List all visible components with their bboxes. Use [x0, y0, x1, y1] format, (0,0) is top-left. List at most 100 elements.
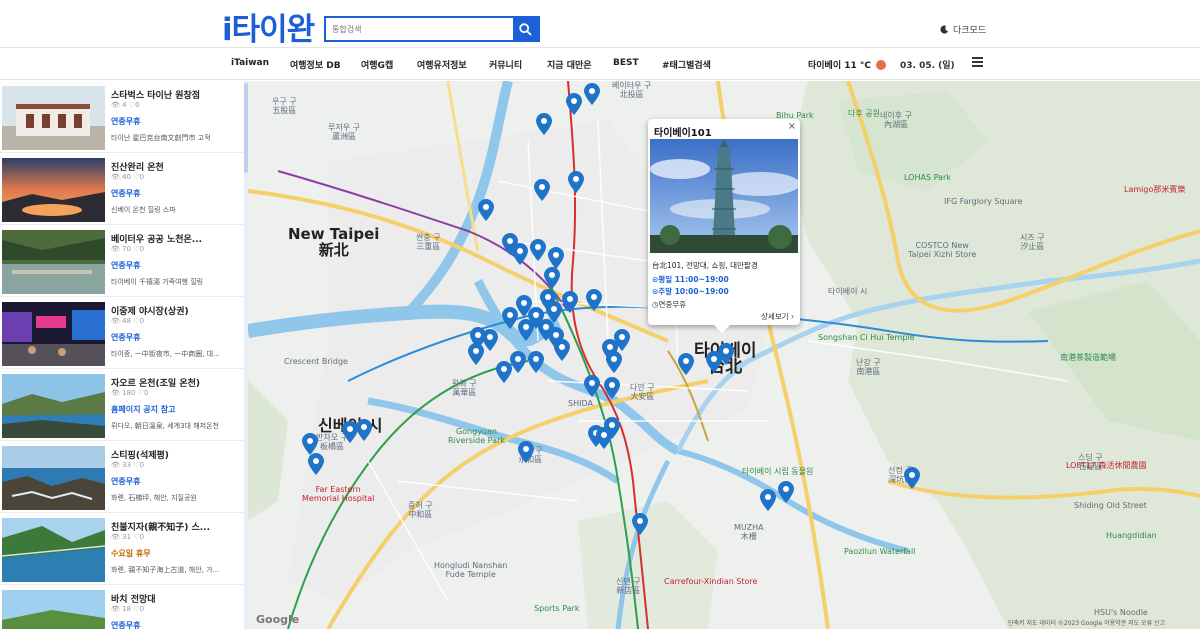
map-pin-icon[interactable] [482, 329, 498, 351]
dark-mode-toggle[interactable]: 다크모드 [940, 23, 986, 36]
list-item[interactable]: 이중제 야시장(상권) 👁 48 ♡0 연중무휴 타이중, 一中街夜市, 一中商… [0, 297, 244, 369]
map-poi-far-eastern[interactable]: Far Eastern Memorial Hospital [302, 485, 374, 503]
map-pin-icon[interactable] [584, 375, 600, 397]
popup-tags: 台北101, 전망대, 쇼핑, 대만팔경 [652, 261, 758, 270]
site-logo[interactable]: i타이완 [222, 4, 315, 49]
map-poi-songshan[interactable]: Songshan Ci Hui Temple [818, 333, 915, 342]
map-poi-crescent[interactable]: Crescent Bridge [284, 357, 348, 366]
search-button[interactable] [513, 18, 538, 40]
map-pin-icon[interactable] [562, 291, 578, 313]
map-poi-dahu[interactable]: 다후 공원 [848, 109, 880, 118]
map-label-xizhi: 시즈 구 汐止區 [1020, 233, 1045, 251]
map-pin-icon[interactable] [568, 171, 584, 193]
map-pin-icon[interactable] [718, 343, 734, 365]
map-pin-icon[interactable] [512, 243, 528, 265]
nav-user-info[interactable]: 여행유저정보 [417, 58, 467, 71]
place-stats: 👁 4 ♡0 [111, 101, 140, 109]
map-poi-huangdidian[interactable]: Huangdidian [1106, 531, 1157, 540]
map-poi-costco[interactable]: COSTCO New Taipei Xizhi Store [908, 241, 976, 259]
list-item[interactable]: 자오르 온천(조일 온천) 👁 180 ♡0 홈페이지 공지 참고 뤼다오, 朝… [0, 369, 244, 441]
popup-detail-link[interactable]: 상세보기 › [761, 311, 794, 322]
map-poi-lamigo[interactable]: Lamigo那米賓樂 [1124, 185, 1185, 194]
google-logo[interactable]: Google [256, 613, 299, 626]
map-poi-hongludi[interactable]: Hongludi Nanshan Fude Temple [434, 561, 507, 579]
map-poi-paozilun[interactable]: Paozilun Waterfall [844, 547, 915, 556]
map-label-wanhua: 완화 구 萬華區 [452, 379, 477, 397]
nav-tag-search[interactable]: #태그별검색 [662, 58, 711, 71]
list-item[interactable]: 진산완리 온천 👁 40 ♡0 연중무휴 신베이 온천 힐링 스파 [0, 153, 244, 225]
map-pin-icon[interactable] [510, 351, 526, 373]
map-label-sanchong: 싼충 구 三重區 [416, 233, 441, 251]
view-count: 31 [122, 533, 132, 541]
map-pin-icon[interactable] [904, 467, 920, 489]
map-view[interactable]: New Taipei新北 타이베이台北 신베이 시 베이터우 구北投區 싼충 구… [248, 81, 1200, 629]
opening-tag: 연중무휴 [111, 621, 141, 629]
list-item[interactable]: 친불지자(親不知子) 스... 👁 31 ♡0 수요일 휴무 화롄, 親不知子海… [0, 513, 244, 585]
map-attribution[interactable]: 단축키 지도 데이터 ©2023 Google 이용약관 지도 오류 신고 [1008, 618, 1165, 627]
map-pin-icon[interactable] [518, 441, 534, 463]
map-pin-icon[interactable] [544, 267, 560, 289]
opening-tag: 연중무휴 [111, 477, 141, 486]
map-poi-sports-park[interactable]: Sports Park [534, 604, 579, 613]
popup-closed-days: ◷연중무휴 [652, 299, 686, 310]
map-poi-gongyuan[interactable]: Gongyuan Riverside Park [448, 427, 505, 445]
place-stats: 👁 31 ♡0 [111, 533, 145, 541]
map-poi-hsu-noodle[interactable]: HSU's Noodle [1094, 608, 1148, 617]
place-title: 이중제 야시장(상권) [111, 307, 189, 317]
map-poi-farglory[interactable]: IFG Farglory Square [944, 197, 1023, 206]
map-pin-icon[interactable] [502, 307, 518, 329]
map-pin-icon[interactable] [604, 377, 620, 399]
map-pin-icon[interactable] [606, 351, 622, 373]
map-poi-zoo[interactable]: 타이베이 시립 동물원 [742, 467, 813, 476]
map-poi-nangang-park[interactable]: 南港茶製造範場 [1060, 353, 1116, 362]
place-popup[interactable]: 타이베이101 × 台北101, 전망대, 쇼핑, 대만팔경 ⊙평일 11:00… [648, 119, 800, 333]
map-pin-icon[interactable] [584, 83, 600, 105]
map-pin-icon[interactable] [566, 93, 582, 115]
map-pin-icon[interactable] [518, 319, 534, 341]
hamburger-menu-icon[interactable] [972, 57, 983, 68]
map-pin-icon[interactable] [308, 453, 324, 475]
list-item[interactable]: 바치 전망대 👁 18 ♡0 연중무휴 [0, 585, 244, 629]
map-pin-icon[interactable] [778, 481, 794, 503]
nav-travel-gcap[interactable]: 여행G캡 [361, 58, 393, 71]
map-pin-icon[interactable] [356, 419, 372, 441]
map-poi-shiding-old[interactable]: Shiding Old Street [1074, 501, 1147, 510]
list-item[interactable]: 베이터우 공공 노천온... 👁 70 ♡0 연중무휴 타이베이 千禧湯 가족여… [0, 225, 244, 297]
map-pin-icon[interactable] [528, 351, 544, 373]
map-poi-carrefour[interactable]: Carrefour-Xindian Store [664, 577, 757, 586]
map-pin-icon[interactable] [604, 417, 620, 439]
map-pin-icon[interactable] [534, 179, 550, 201]
place-desc: 타이난 星巴克台南文創門市 고적 [111, 134, 211, 142]
map-pin-icon[interactable] [478, 199, 494, 221]
nav-taiwan-now[interactable]: 지금 대만은 [547, 58, 592, 71]
map-pin-icon[interactable] [632, 513, 648, 535]
nav-travel-db[interactable]: 여행정보 DB [290, 58, 341, 71]
logo-prefix: i [222, 12, 233, 48]
map-pin-icon[interactable] [536, 113, 552, 135]
opening-tag: 연중무휴 [111, 261, 141, 270]
map-label-muzha: MUZHA 木柵 [734, 523, 764, 541]
map-pin-icon[interactable] [468, 343, 484, 365]
nav-community[interactable]: 커뮤니티 [489, 58, 522, 71]
map-pin-icon[interactable] [548, 247, 564, 269]
weather-widget: 타이베이 11 °C [808, 58, 887, 71]
map-pin-icon[interactable] [302, 433, 318, 455]
search-input[interactable] [326, 18, 513, 40]
list-item[interactable]: 스타벅스 타이난 원창점 👁 4 ♡0 연중무휴 타이난 星巴克台南文創門市 고… [0, 81, 244, 153]
map-poi-loft[interactable]: LOFT17 森活休閒農園 [1066, 461, 1147, 470]
map-label-nangang: 난강 구 南港區 [856, 358, 881, 376]
map-pin-icon[interactable] [760, 489, 776, 511]
nav-best[interactable]: BEST [613, 58, 639, 68]
map-pin-icon[interactable] [678, 353, 694, 375]
nav-itaiwan[interactable]: iTaiwan [231, 58, 269, 68]
map-pin-icon[interactable] [530, 239, 546, 261]
like-count: 0 [139, 173, 145, 181]
list-item[interactable]: 스티핑(석제평) 👁 33 ♡0 연중무휴 화롄, 石梯坪, 해안, 지질공원 [0, 441, 244, 513]
popup-close-button[interactable]: × [788, 121, 796, 132]
opening-tag: 연중무휴 [111, 189, 141, 198]
map-pin-icon[interactable] [586, 289, 602, 311]
map-pin-icon[interactable] [554, 339, 570, 361]
map-pin-icon[interactable] [614, 329, 630, 351]
map-poi-lohas[interactable]: LOHAS Park [904, 173, 951, 182]
place-title: 베이터우 공공 노천온... [111, 235, 203, 245]
